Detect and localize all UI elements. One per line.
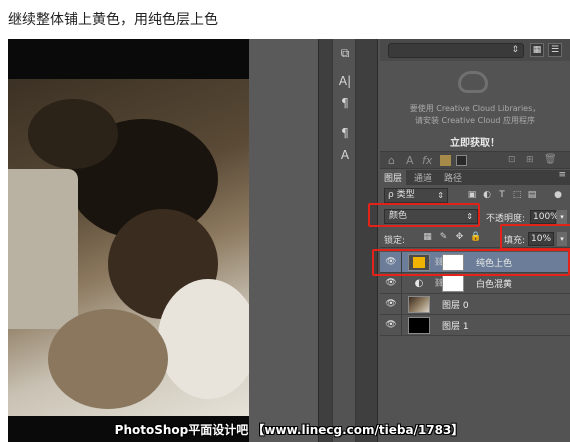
creative-cloud-icon [458, 71, 488, 93]
stock-icon[interactable]: ⊡ [508, 155, 516, 165]
mask-thumbnail[interactable] [442, 275, 464, 292]
text-style-icon[interactable]: A [333, 145, 357, 165]
shirt-shape [158, 279, 249, 399]
layer-kind-filter[interactable]: ρ 类型 ⇕ [384, 188, 448, 203]
tab-channels[interactable]: 通道 [410, 170, 436, 185]
visibility-eye-icon[interactable]: 👁 [384, 277, 398, 289]
opacity-label: 不透明度: [486, 214, 526, 224]
pixel-filter-icon[interactable]: ▣ [466, 189, 478, 201]
hair-shape [28, 99, 118, 169]
layer-row[interactable]: 👁 ◐ ⛓ 白色混黄 [380, 273, 570, 294]
smart-object-filter-icon[interactable]: ▤ [526, 189, 538, 201]
visibility-eye-icon[interactable]: 👁 [384, 298, 398, 310]
lock-position-icon[interactable]: ✥ [454, 232, 465, 243]
canvas-photo [8, 79, 249, 416]
panel-menu-icon[interactable]: ≡ [558, 170, 566, 180]
tab-layers[interactable]: 图层 [380, 170, 407, 185]
libraries-header: ⇕ ▦ ☰ [380, 39, 570, 61]
upload-icon[interactable]: ⊞ [526, 155, 534, 165]
type-filter-icon[interactable]: T [496, 189, 508, 201]
black-fill-thumbnail[interactable] [408, 317, 430, 334]
glyph-icon[interactable]: ¶ [333, 123, 357, 143]
kind-filter-label: ρ 类型 [388, 190, 415, 200]
panel-icon-strip: ⧉ A| ¶ ¶ A [318, 39, 378, 442]
layer-row[interactable]: 👁 图层 1 [380, 315, 570, 336]
layer-row[interactable]: 👁 图层 0 [380, 294, 570, 315]
divider [401, 315, 402, 336]
layer-name: 白色混黄 [476, 280, 513, 290]
watermark: PhotoShop平面设计吧 【www.linecg.com/tieba/178… [114, 423, 464, 437]
opacity-dropdown-icon[interactable]: ▾ [557, 210, 567, 224]
highlight-layer [372, 249, 570, 276]
trash-icon[interactable]: 🗑 [544, 154, 557, 165]
character-icon[interactable]: A| [333, 71, 357, 91]
lock-label: 锁定: [384, 236, 406, 246]
shape-filter-icon[interactable]: ⬚ [511, 189, 523, 201]
fx-icon[interactable]: fx [422, 154, 432, 167]
image-thumbnail[interactable] [408, 296, 430, 313]
layer-name: 图层 1 [442, 322, 469, 332]
link-icon[interactable]: ⛓ [434, 276, 444, 290]
get-now-link[interactable]: 立即获取！ [380, 134, 570, 149]
canvas-background [249, 39, 318, 442]
grid-view-icon[interactable]: ▦ [530, 43, 544, 57]
lock-all-icon[interactable]: 🔒 [470, 232, 481, 243]
tab-paths[interactable]: 路径 [440, 170, 466, 185]
libraries-message: 要使用 Creative Cloud Libraries， 请安装 Creati… [380, 103, 570, 127]
library-dropdown[interactable]: ⇕ [388, 43, 524, 58]
filter-toggle-icon[interactable]: ● [552, 189, 564, 201]
lock-transparent-icon[interactable]: ▦ [422, 232, 433, 243]
divider [401, 273, 402, 294]
layers-tabs: 图层 通道 路径 ≡ [380, 170, 570, 185]
paragraph-icon[interactable]: ¶ [333, 93, 357, 113]
libraries-message-line2: 请安装 Creative Cloud 应用程序 [414, 116, 536, 125]
adjustment-layer-icon[interactable]: ◐ [408, 275, 430, 292]
libraries-toolbar: ⌂ A fx ⊡ ⊞ 🗑 [380, 151, 570, 169]
chevron-down-icon: ⇕ [437, 191, 444, 200]
libraries-message-line1: 要使用 Creative Cloud Libraries， [409, 104, 541, 113]
highlight-fill [500, 224, 570, 250]
panel-icon-column: ⧉ A| ¶ ¶ A [332, 39, 356, 442]
visibility-eye-icon[interactable]: 👁 [384, 319, 398, 331]
text-icon[interactable]: A [406, 154, 414, 167]
tutorial-caption: 继续整体铺上黄色，用纯色层上色 [8, 12, 218, 28]
list-view-icon[interactable]: ☰ [548, 43, 562, 57]
color-swatch-icon[interactable] [440, 155, 451, 166]
paint-icon[interactable]: ⌂ [388, 154, 395, 167]
paragraph-styles-icon[interactable]: ⧉ [333, 43, 357, 63]
books-shape [8, 169, 78, 329]
divider [401, 294, 402, 315]
highlight-blend-mode [368, 203, 480, 227]
desk-shape [48, 309, 168, 409]
right-panel: ⇕ ▦ ☰ 要使用 Creative Cloud Libraries， 请安装 … [368, 39, 570, 442]
opacity-field[interactable]: 100% [530, 210, 559, 224]
photoshop-screenshot: ⧉ A| ¶ ¶ A ⇕ ▦ ☰ 要使用 Creative Cloud Libr… [8, 39, 570, 442]
chevron-down-icon: ⇕ [511, 45, 519, 55]
lock-paint-icon[interactable]: ✎ [438, 232, 449, 243]
adjustment-filter-icon[interactable]: ◐ [481, 189, 493, 201]
black-swatch-icon[interactable] [456, 155, 467, 166]
layer-name: 图层 0 [442, 301, 469, 311]
